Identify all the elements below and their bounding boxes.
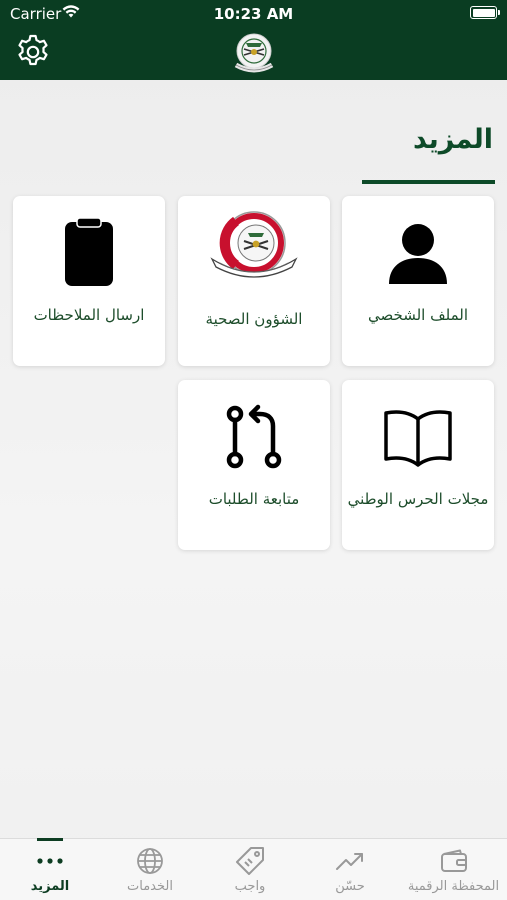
globe-icon	[137, 848, 163, 874]
tile-profile[interactable]: الملف الشخصي	[342, 196, 494, 366]
tab-digital-wallet[interactable]: المحفظة الرقمية	[400, 839, 507, 900]
tile-label: متابعة الطلبات	[208, 490, 300, 508]
tile-label: الشؤون الصحية	[205, 310, 303, 328]
page-title: المزيد	[412, 124, 493, 155]
git-compare-icon	[226, 404, 282, 469]
tab-bar: المحفظة الرقمية حسّن واجب الخدمات المزيد	[0, 838, 507, 900]
trending-up-icon	[336, 853, 363, 870]
tab-label: الخدمات	[127, 879, 173, 894]
top-bar: Carrier 10:23 AM	[0, 0, 507, 80]
tile-track-requests[interactable]: متابعة الطلبات	[178, 380, 330, 550]
person-icon	[389, 224, 447, 284]
wallet-icon	[440, 849, 467, 872]
status-bar: Carrier 10:23 AM	[0, 0, 507, 28]
tile-send-feedback[interactable]: ارسال الملاحظات	[13, 196, 165, 366]
tab-more[interactable]: المزيد	[0, 838, 100, 900]
tab-label: المحفظة الرقمية	[407, 879, 500, 894]
clock: 10:23 AM	[213, 5, 294, 23]
tab-label: واجب	[234, 879, 266, 894]
gear-icon[interactable]	[14, 33, 52, 71]
tile-label: مجلات الحرس الوطني	[347, 490, 489, 508]
tile-label: ارسال الملاحظات	[33, 306, 145, 324]
tab-hassen[interactable]: حسّن	[300, 839, 400, 900]
tab-label: المزيد	[30, 879, 70, 894]
tile-label: الملف الشخصي	[368, 306, 468, 324]
national-guard-emblem-icon	[234, 33, 274, 73]
tag-icon	[236, 847, 264, 875]
open-book-icon	[384, 410, 452, 467]
tile-national-guard-magazines[interactable]: مجلات الحرس الوطني	[342, 380, 494, 550]
clipboard-icon	[65, 218, 113, 286]
health-affairs-emblem-icon	[210, 211, 298, 278]
more-dots-icon	[37, 858, 63, 864]
active-tab-indicator	[37, 838, 63, 841]
battery-icon	[470, 6, 500, 19]
title-underline	[362, 180, 495, 184]
tile-health-affairs[interactable]: الشؤون الصحية	[178, 196, 330, 366]
tab-services[interactable]: الخدمات	[100, 839, 200, 900]
tab-wajeb[interactable]: واجب	[200, 839, 300, 900]
tab-label: حسّن	[335, 879, 365, 894]
